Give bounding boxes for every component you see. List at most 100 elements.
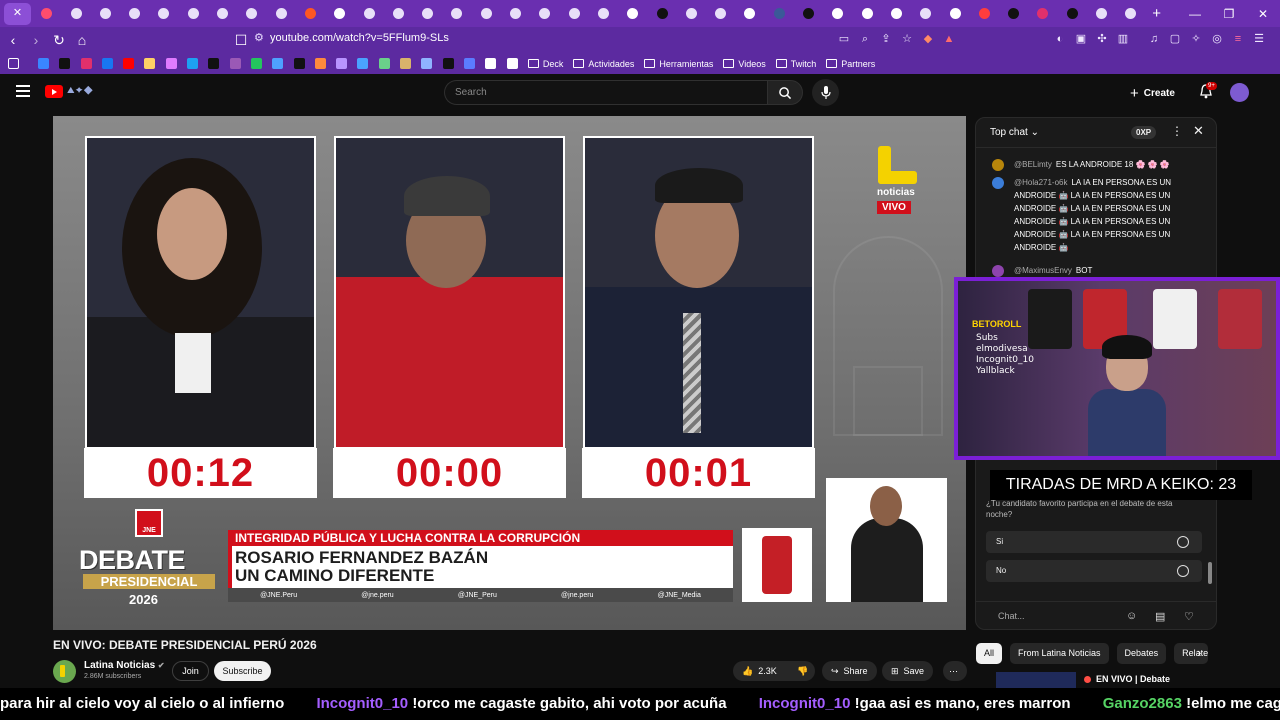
more-actions-button[interactable]: ⋯ — [943, 661, 967, 681]
youtube-doodle-icon[interactable]: ⛰✦◆ — [67, 85, 107, 98]
browser-tab[interactable] — [1029, 3, 1056, 25]
share-page-icon[interactable]: ⇪ — [879, 32, 893, 46]
heart-icon[interactable]: ♡ — [1184, 610, 1194, 623]
browser-tab[interactable] — [238, 3, 265, 25]
browser-tab[interactable] — [883, 3, 910, 25]
voice-search-button[interactable] — [812, 79, 839, 106]
browser-tab[interactable] — [1088, 3, 1115, 25]
browser-tab[interactable] — [531, 3, 558, 25]
bookmark-favicon-icon[interactable] — [272, 58, 284, 69]
profile-flag-icon[interactable]: ≡ — [1231, 32, 1245, 46]
bookmark-favicon-icon[interactable] — [336, 58, 348, 69]
more-options-icon[interactable]: ⋮ — [1171, 124, 1183, 138]
forward-icon[interactable]: › — [26, 29, 46, 51]
bookmark-favicon-icon[interactable] — [506, 58, 518, 69]
new-tab-button[interactable]: + — [1147, 5, 1167, 22]
close-window-icon[interactable]: ✕ — [1246, 0, 1280, 27]
browser-tab[interactable] — [180, 3, 207, 25]
chevron-right-icon[interactable]: › — [1197, 645, 1201, 660]
browser-tab[interactable] — [121, 3, 148, 25]
create-button[interactable]: + Create — [1130, 83, 1175, 103]
channel-name[interactable]: Latina Noticias ✔ — [84, 660, 165, 671]
extension-icon-2[interactable]: ▣ — [1074, 32, 1088, 46]
poll-option-no[interactable]: No — [986, 560, 1202, 582]
browser-tab[interactable] — [1117, 3, 1144, 25]
account-avatar[interactable] — [1230, 83, 1249, 102]
super-chat-icon[interactable]: ▤ — [1155, 610, 1165, 623]
bookmark-icon[interactable]: ☐ — [231, 29, 251, 51]
bookmark-favicon-icon[interactable] — [59, 58, 71, 69]
zoom-icon[interactable]: ⌕ — [858, 32, 872, 46]
filter-chip-debates[interactable]: Debates — [1116, 643, 1167, 664]
home-icon[interactable]: ⌂ — [72, 29, 92, 51]
join-button[interactable]: Join — [172, 661, 209, 681]
bookmark-favicon-icon[interactable] — [187, 58, 199, 69]
reload-icon[interactable]: ↻ — [49, 29, 69, 51]
browser-tab[interactable] — [619, 3, 646, 25]
hamburger-menu-icon[interactable] — [16, 85, 30, 97]
browser-tab[interactable] — [649, 3, 676, 25]
browser-tab[interactable] — [33, 3, 60, 25]
like-button[interactable]: 👍 2.3K — [733, 661, 788, 681]
browser-tab[interactable] — [385, 3, 412, 25]
browser-tab[interactable] — [356, 3, 383, 25]
bookmark-favicon-icon[interactable] — [293, 58, 305, 69]
emoji-icon[interactable]: ☺ — [1126, 610, 1137, 622]
bookmark-favicon-icon[interactable] — [485, 58, 497, 69]
maximize-icon[interactable]: ❐ — [1212, 0, 1246, 27]
bookmark-favicon-icon[interactable] — [378, 58, 390, 69]
bookmark-folder[interactable]: Twitch — [775, 59, 816, 69]
poll-option-si[interactable]: Si — [986, 531, 1202, 553]
browser-tab[interactable] — [63, 3, 90, 25]
bookmark-favicon-icon[interactable] — [400, 58, 412, 69]
chat-input[interactable]: Chat... — [998, 611, 1025, 621]
browser-tab[interactable] — [473, 3, 500, 25]
extension-icon-1[interactable]: ◐ — [1053, 32, 1067, 46]
browser-tab[interactable] — [854, 3, 881, 25]
bookmark-folder[interactable]: Partners — [826, 59, 875, 69]
site-info-icon[interactable]: ⚙ — [254, 31, 264, 44]
browser-tab[interactable] — [942, 3, 969, 25]
bookmark-favicon-icon[interactable] — [229, 58, 241, 69]
subscribe-button[interactable]: Subscribe — [214, 661, 271, 681]
filter-chip-related[interactable]: Relate — [1174, 643, 1209, 664]
browser-tab[interactable] — [912, 3, 939, 25]
browser-tab[interactable] — [268, 3, 295, 25]
wallet-icon[interactable]: ▢ — [1168, 32, 1182, 46]
browser-tab[interactable] — [297, 3, 324, 25]
bookmark-favicon-icon[interactable] — [442, 58, 454, 69]
scrollbar-thumb[interactable] — [1208, 562, 1212, 584]
browser-tab[interactable] — [707, 3, 734, 25]
rewards-icon[interactable]: ▲ — [942, 32, 956, 46]
bookmark-folder[interactable]: Deck — [527, 59, 563, 69]
bookmark-favicon-icon[interactable] — [80, 58, 92, 69]
browser-tab[interactable] — [502, 3, 529, 25]
bookmark-favicon-icon[interactable] — [463, 58, 475, 69]
browser-tab[interactable] — [795, 3, 822, 25]
recommendation-item[interactable]: EN VIVO | Debate — [976, 672, 1216, 688]
bookmark-favicon-icon[interactable] — [101, 58, 113, 69]
browser-tab[interactable] — [561, 3, 588, 25]
bookmark-folder[interactable]: Actividades — [573, 59, 634, 69]
leo-icon[interactable]: ✧ — [1189, 32, 1203, 46]
bookmark-favicon-icon[interactable] — [314, 58, 326, 69]
bookmark-favicon-icon[interactable] — [421, 58, 433, 69]
browser-tab[interactable] — [443, 3, 470, 25]
filter-chip-latina[interactable]: From Latina Noticias — [1010, 643, 1109, 664]
puzzle-icon[interactable]: ✣ — [1095, 32, 1109, 46]
close-tab-icon[interactable]: ✕ — [12, 8, 23, 19]
browser-tab[interactable] — [1059, 3, 1086, 25]
browser-tab[interactable] — [326, 3, 353, 25]
browser-tab[interactable] — [678, 3, 705, 25]
bookmark-folder[interactable]: Herramientas — [644, 59, 713, 69]
shield-icon[interactable]: ◆ — [921, 32, 935, 46]
dislike-button[interactable]: 👎 — [788, 661, 815, 681]
browser-tab[interactable] — [209, 3, 236, 25]
sidebar-icon[interactable]: ▥ — [1116, 32, 1130, 46]
search-input[interactable]: Search — [444, 80, 767, 105]
bookmark-favicon-icon[interactable] — [165, 58, 177, 69]
youtube-logo[interactable] — [45, 85, 63, 98]
minimize-icon[interactable]: — — [1178, 0, 1212, 27]
close-chat-icon[interactable]: ✕ — [1193, 123, 1204, 139]
xp-badge[interactable]: 0XP — [1131, 126, 1157, 139]
